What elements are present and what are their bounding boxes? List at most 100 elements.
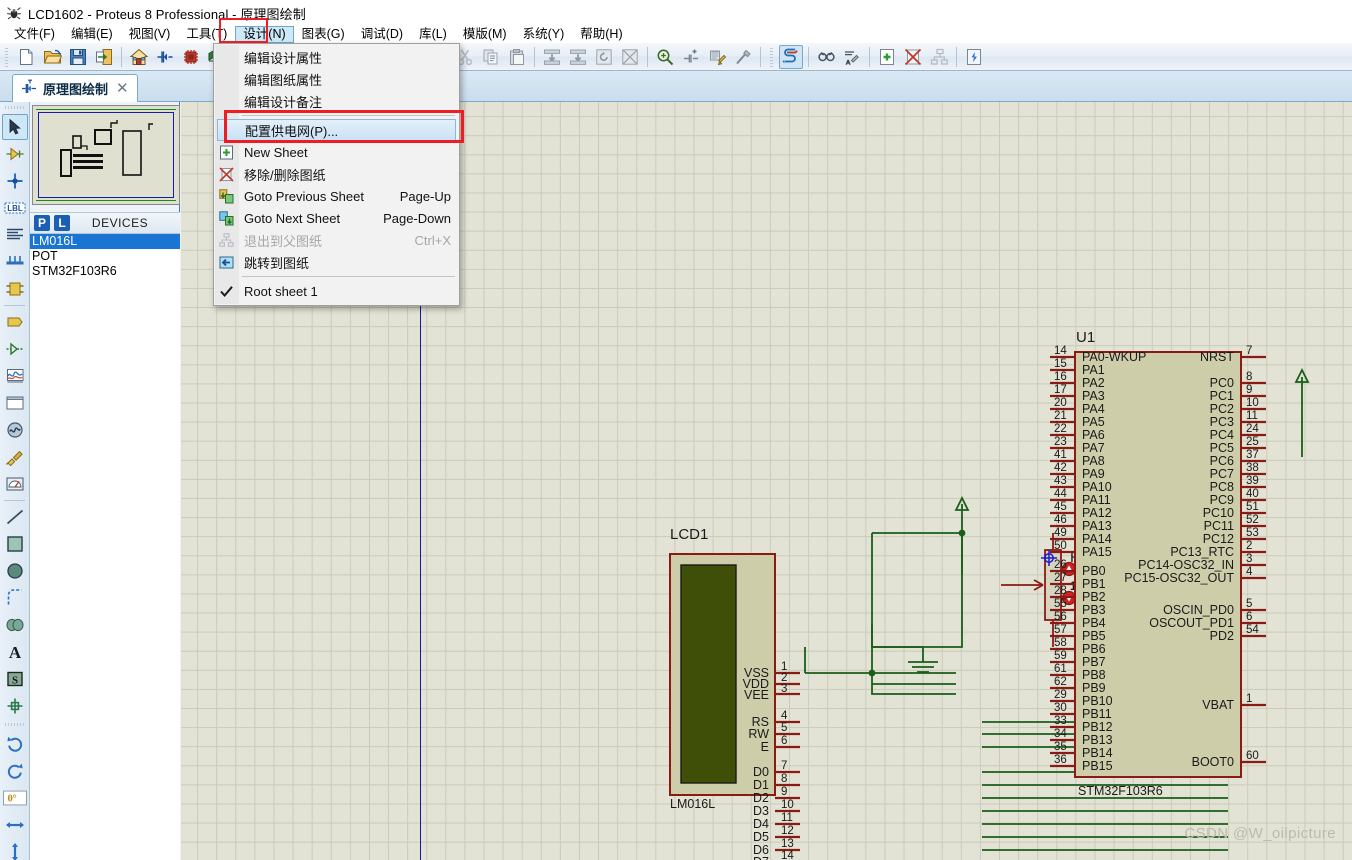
menu-tools[interactable]: 工具(T) <box>178 26 235 43</box>
overview-preview[interactable] <box>32 105 180 205</box>
schematic-capture-icon[interactable] <box>153 45 177 69</box>
2d-marker-icon[interactable] <box>2 693 28 719</box>
library-badge[interactable]: L <box>54 215 70 231</box>
component-mode-icon[interactable] <box>2 141 28 167</box>
block-copy-icon[interactable] <box>540 45 564 69</box>
paste-icon[interactable] <box>505 45 529 69</box>
decompose-icon[interactable] <box>731 45 755 69</box>
voltage-probe-mode-icon[interactable] <box>2 444 28 470</box>
text-script-mode-icon[interactable] <box>2 222 28 248</box>
menu-design[interactable]: 设计(N) <box>235 26 293 43</box>
menu-new-sheet[interactable]: New Sheet <box>214 141 459 163</box>
svg-text:30: 30 <box>1054 702 1067 714</box>
rotate-anticlockwise-icon[interactable] <box>2 758 28 784</box>
u1-right-pin-numbers: 7 891011 24253738 39405152 53234 5654 1 … <box>1246 345 1259 762</box>
2d-symbol-icon[interactable]: S <box>2 666 28 692</box>
copy-icon[interactable] <box>479 45 503 69</box>
proteus-window: LCD1602 - Proteus 8 Professional - 原理图绘制… <box>0 0 1352 860</box>
graph-mode-icon[interactable] <box>2 363 28 389</box>
document-tab-bar[interactable]: 原理图绘制 ✕ <box>0 71 1352 102</box>
menu-bar[interactable]: 文件(F) 编辑(E) 视图(V) 工具(T) 设计(N) 图表(G) 调试(D… <box>0 26 1352 43</box>
tape-recorder-mode-icon[interactable] <box>2 390 28 416</box>
list-item[interactable]: LM016L <box>30 234 180 249</box>
menu-configure-power-rails[interactable]: 配置供电网(P)... <box>217 119 456 141</box>
svg-text:59: 59 <box>1054 650 1067 662</box>
menu-view[interactable]: 视图(V) <box>121 26 179 43</box>
block-rotate-icon[interactable] <box>592 45 616 69</box>
menu-file[interactable]: 文件(F) <box>6 26 63 43</box>
2d-text-icon[interactable]: A <box>2 639 28 665</box>
toolbar-grip[interactable] <box>5 104 24 111</box>
menu-template[interactable]: 模版(M) <box>455 26 515 43</box>
pick-device-badge[interactable]: P <box>34 215 50 231</box>
menu-edit[interactable]: 编辑(E) <box>63 26 121 43</box>
new-sheet-icon[interactable] <box>875 45 899 69</box>
subcircuit-mode-icon[interactable] <box>2 276 28 302</box>
toolbar-grip[interactable] <box>768 46 776 68</box>
block-move-icon[interactable] <box>566 45 590 69</box>
2d-path-icon[interactable] <box>2 612 28 638</box>
rotation-angle-field[interactable]: 0° <box>2 785 28 811</box>
save-design-icon[interactable] <box>66 45 90 69</box>
toolbar-grip[interactable] <box>5 721 24 728</box>
packaging-tool-icon[interactable] <box>705 45 729 69</box>
2d-box-icon[interactable] <box>2 531 28 557</box>
main-toolbar[interactable] <box>0 43 1352 71</box>
list-item[interactable]: POT <box>30 249 180 264</box>
menu-debug[interactable]: 调试(D) <box>353 26 411 43</box>
device-pins-mode-icon[interactable] <box>2 336 28 362</box>
menu-edit-design-properties[interactable]: 编辑设计属性 <box>214 46 459 68</box>
terminals-mode-icon[interactable] <box>2 309 28 335</box>
block-delete-icon[interactable] <box>618 45 642 69</box>
2d-circle-icon[interactable] <box>2 558 28 584</box>
devices-list[interactable]: LM016L POT STM32F103R6 <box>30 234 180 860</box>
tab-schematic-capture[interactable]: 原理图绘制 ✕ <box>12 74 138 102</box>
2d-arc-icon[interactable] <box>2 585 28 611</box>
svg-text:7: 7 <box>1246 345 1252 357</box>
menu-item-label: Goto Next Sheet <box>244 211 340 226</box>
menu-graph[interactable]: 图表(G) <box>294 26 353 43</box>
close-icon[interactable]: ✕ <box>114 81 129 96</box>
bill-of-materials-report-icon[interactable] <box>962 45 986 69</box>
menu-goto-sheet[interactable]: 跳转到图纸 <box>214 251 459 273</box>
property-assignment-icon[interactable] <box>840 45 864 69</box>
generator-mode-icon[interactable] <box>2 417 28 443</box>
mode-selector-toolbar[interactable]: LBL <box>0 102 30 860</box>
rotate-clockwise-icon[interactable] <box>2 731 28 757</box>
new-design-icon[interactable] <box>14 45 38 69</box>
selection-mode-icon[interactable] <box>2 114 28 140</box>
menu-separator <box>242 115 455 116</box>
menu-help[interactable]: 帮助(H) <box>572 26 630 43</box>
mirror-horizontal-icon[interactable] <box>2 812 28 838</box>
toolbar-grip[interactable] <box>3 46 11 68</box>
pick-device-icon[interactable] <box>653 45 677 69</box>
menu-library[interactable]: 库(L) <box>411 26 455 43</box>
2d-line-icon[interactable] <box>2 504 28 530</box>
home-icon[interactable] <box>127 45 151 69</box>
list-item[interactable]: STM32F103R6 <box>30 264 180 279</box>
menu-goto-previous-sheet[interactable]: Goto Previous Sheet Page-Up <box>214 185 459 207</box>
bus-mode-icon[interactable] <box>2 249 28 275</box>
pcb-layout-icon[interactable] <box>179 45 203 69</box>
junction-dot-mode-icon[interactable] <box>2 168 28 194</box>
mirror-vertical-icon[interactable] <box>2 839 28 860</box>
wire-autorouter-icon[interactable] <box>779 45 803 69</box>
svg-text:PB12: PB12 <box>1082 720 1113 734</box>
wire-label-mode-icon[interactable]: LBL <box>2 195 28 221</box>
open-design-icon[interactable] <box>40 45 64 69</box>
pin-number: 10 <box>781 799 794 811</box>
remove-sheet-icon[interactable] <box>901 45 925 69</box>
menu-goto-next-sheet[interactable]: Goto Next Sheet Page-Down <box>214 207 459 229</box>
virtual-instruments-mode-icon[interactable] <box>2 471 28 497</box>
import-export-icon[interactable] <box>92 45 116 69</box>
menu-edit-sheet-properties[interactable]: 编辑图纸属性 <box>214 68 459 90</box>
menu-edit-design-notes[interactable]: 编辑设计备注 <box>214 90 459 112</box>
menu-root-sheet-1[interactable]: Root sheet 1 <box>214 280 459 302</box>
design-menu-dropdown[interactable]: 编辑设计属性 编辑图纸属性 编辑设计备注 配置供电网(P)... New She… <box>213 43 460 306</box>
menu-system[interactable]: 系统(Y) <box>515 26 573 43</box>
exit-parent-sheet-icon[interactable] <box>927 45 951 69</box>
svg-text:42: 42 <box>1054 462 1067 474</box>
search-tag-icon[interactable] <box>814 45 838 69</box>
menu-remove-delete-sheet[interactable]: 移除/删除图纸 <box>214 163 459 185</box>
make-device-icon[interactable] <box>679 45 703 69</box>
